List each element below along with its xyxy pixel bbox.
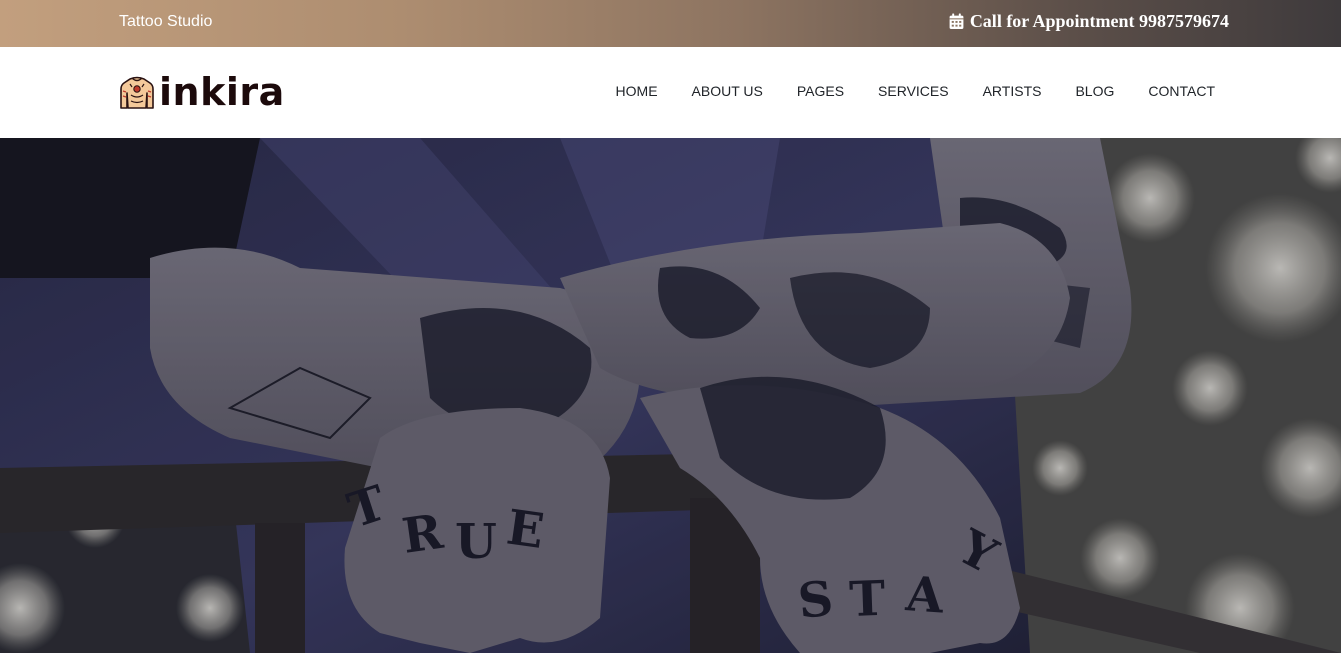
tattooed-torso-icon [120, 75, 154, 110]
calendar-icon [948, 13, 965, 30]
nav-blog[interactable]: BLOG [1075, 83, 1114, 99]
appointment-link[interactable]: Call for Appointment 9987579674 [948, 11, 1229, 32]
top-bar: Tattoo Studio Call for Appointment 99875… [0, 0, 1341, 47]
hero-photo: T R U E S T A Y [0, 138, 1341, 653]
hero-banner: T R U E S T A Y [0, 138, 1341, 653]
nav-about-us[interactable]: ABOUT US [692, 83, 763, 99]
appointment-text: Call for Appointment 9987579674 [969, 11, 1229, 31]
nav-home[interactable]: HOME [616, 83, 658, 99]
nav-pages[interactable]: PAGES [797, 83, 844, 99]
nav-contact[interactable]: CONTACT [1148, 83, 1215, 99]
logo[interactable]: inkira [120, 73, 285, 111]
main-navbar: inkira HOME ABOUT US PAGES SERVICES ARTI… [0, 47, 1341, 138]
nav-services[interactable]: SERVICES [878, 83, 949, 99]
nav-artists[interactable]: ARTISTS [983, 83, 1042, 99]
brand-name: inkira [159, 70, 285, 114]
main-menu: HOME ABOUT US PAGES SERVICES ARTISTS BLO… [616, 83, 1215, 99]
studio-label: Tattoo Studio [119, 13, 213, 30]
